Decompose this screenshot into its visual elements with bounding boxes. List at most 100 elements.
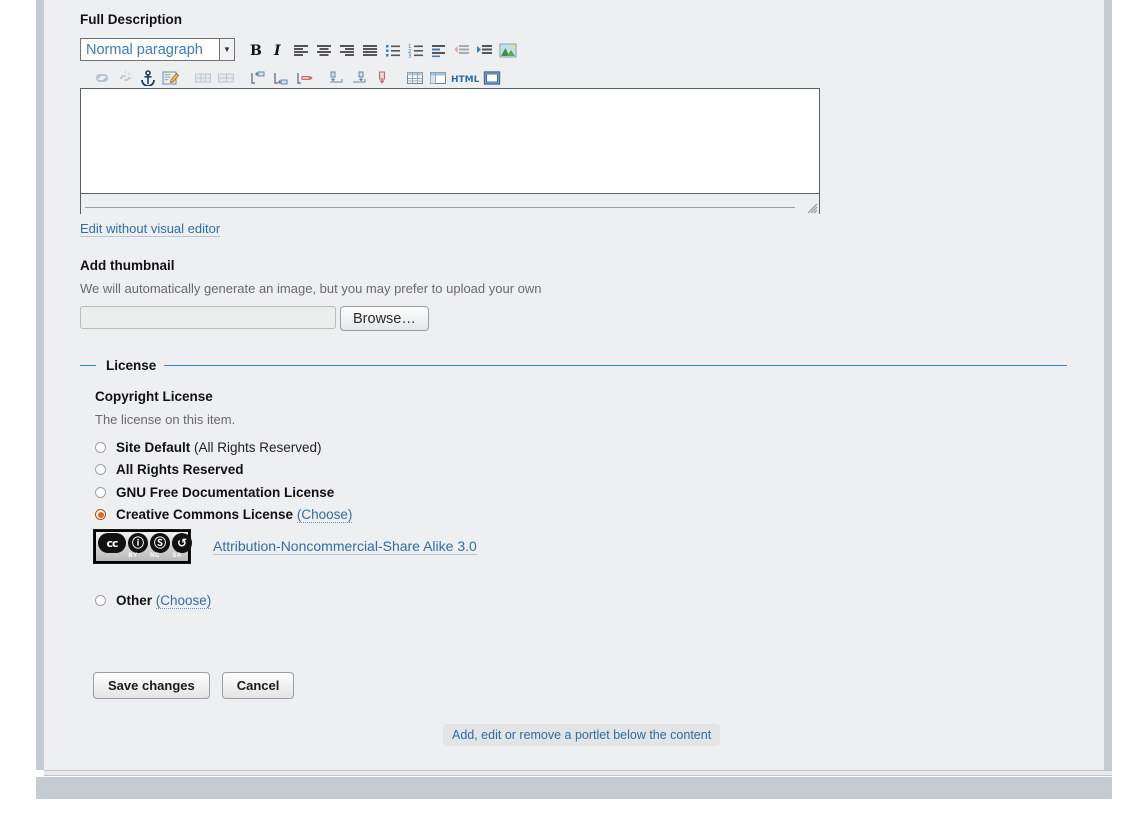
html-source-icon[interactable]: HTML [450,67,480,89]
align-center-icon[interactable] [313,39,335,61]
editor-toolbar-row-2: HTML [80,66,820,90]
svg-text:B: B [250,43,262,58]
creative-commons-badge-icon: cc ⓘ Ⓢ ↺ BY NC SA [93,529,194,564]
page-left-gutter [0,0,36,800]
creative-commons-choose-link[interactable]: (Choose) [296,507,353,524]
editor-status-bar [81,193,819,214]
indent-icon[interactable] [474,39,496,61]
fieldset-rule-left [80,364,96,366]
license-radio-group: Site Default (All Rights Reserved) All R… [95,436,353,527]
align-left-icon[interactable] [290,39,312,61]
cc-tag-sa: SA [172,553,182,559]
anchor-icon[interactable] [137,67,159,89]
insert-table-icon[interactable] [404,67,426,89]
editor-toolbar: Normal paragraph ▼ B I 1 2 3 HTML [80,36,820,90]
license-legend: License [106,357,157,373]
copyright-license-hint: The license on this item. [95,412,236,427]
license-option-bold: Site Default [116,439,191,455]
license-option-site-default[interactable]: Site Default (All Rights Reserved) [95,436,352,459]
column-delete-icon[interactable] [371,67,393,89]
cancel-button[interactable]: Cancel [221,672,295,699]
column-insert-right-icon[interactable] [348,67,370,89]
license-legend-row: License [80,356,1067,374]
footer-bar [36,777,1112,799]
license-option-bold: GNU Free Documentation License [116,484,335,500]
cc-badge-glyphs: cc ⓘ Ⓢ ↺ [98,533,194,553]
license-option-label: Other (Choose) [116,592,212,609]
table-cell-insert-icon[interactable] [215,67,237,89]
table-row-insert-icon[interactable] [192,67,214,89]
unlink-icon[interactable] [114,67,136,89]
other-choose-link[interactable]: (Choose) [155,592,212,609]
page-root: Full Description Normal paragraph ▼ B I [0,0,1139,823]
page-left-border [36,0,44,770]
radio-creative-commons[interactable] [95,509,106,521]
license-fieldset: License [80,356,1067,374]
rich-text-editor[interactable] [80,88,820,214]
column-insert-left-icon[interactable] [325,67,347,89]
thumbnail-file-input[interactable] [80,306,336,329]
insert-image-icon[interactable] [497,39,519,61]
editor-toolbar-row-1: Normal paragraph ▼ B I 1 2 3 [80,36,820,63]
radio-other[interactable] [95,594,106,606]
cc-by-icon: ⓘ [128,533,148,553]
license-option-bold: All Rights Reserved [116,462,244,478]
copyright-license-label: Copyright License [95,389,213,404]
thumbnail-browse-button[interactable]: Browse… [340,306,429,331]
license-option-bold: Creative Commons License [116,507,294,523]
portlet-manager-link[interactable]: Add, edit or remove a portlet below the … [443,724,721,746]
cc-tag-nc: NC [150,553,160,559]
align-right-icon[interactable] [336,39,358,61]
license-option-label: Site Default (All Rights Reserved) [116,440,322,455]
license-option-all-rights-reserved[interactable]: All Rights Reserved [95,459,352,482]
paragraph-format-select[interactable]: Normal paragraph ▼ [80,38,235,61]
insert-link-icon[interactable] [91,67,113,89]
bullet-list-icon[interactable] [382,39,404,61]
license-option-label: Creative Commons License (Choose) [116,507,353,524]
edit-note-icon[interactable] [160,67,182,89]
radio-all-rights-reserved[interactable] [95,464,106,476]
table-properties-icon[interactable] [427,67,449,89]
rich-text-editor-body[interactable] [81,89,819,193]
page-right-border [1104,0,1112,770]
fullscreen-icon[interactable] [481,67,503,89]
italic-icon[interactable]: I [267,39,289,61]
paragraph-format-value: Normal paragraph [86,41,203,58]
svg-text:3: 3 [408,53,412,58]
numbered-list-icon[interactable]: 1 2 3 [405,39,427,61]
chevron-down-icon[interactable]: ▼ [219,39,234,60]
cc-mark-icon: cc [98,533,126,553]
cc-sa-icon: ↺ [172,533,192,553]
license-option-plain: (All Rights Reserved) [190,439,322,455]
radio-site-default[interactable] [95,441,106,453]
creative-commons-badge-row: cc ⓘ Ⓢ ↺ BY NC SA Attribution-Noncommerc… [93,529,477,564]
creative-commons-license-link[interactable]: Attribution-Noncommercial-Share Alike 3.… [213,538,477,555]
bold-icon[interactable]: B [244,39,266,61]
outdent-icon[interactable] [451,39,473,61]
radio-gnu-fdl[interactable] [95,486,106,498]
footer-separator [44,770,1112,776]
editor-resize-grip[interactable] [803,199,818,214]
save-changes-button[interactable]: Save changes [93,672,210,699]
svg-text:HTML: HTML [451,75,480,85]
license-option-creative-commons[interactable]: Creative Commons License (Choose) [95,504,353,527]
full-description-label: Full Description [80,12,183,27]
form-button-bar: Save changes Cancel [93,672,306,699]
edit-without-visual-editor-link[interactable]: Edit without visual editor [80,221,221,237]
row-insert-above-icon[interactable] [247,67,269,89]
cc-nc-icon: Ⓢ [150,533,170,553]
row-insert-below-icon[interactable] [270,67,292,89]
editor-element-path [85,207,795,208]
justify-icon[interactable] [359,39,381,61]
svg-text:I: I [273,43,281,58]
add-thumbnail-label: Add thumbnail [80,258,175,273]
cc-tag-by: BY [128,553,138,559]
license-option-gnu-fdl[interactable]: GNU Free Documentation License [95,481,352,504]
add-thumbnail-hint: We will automatically generate an image,… [80,281,542,296]
row-delete-icon[interactable] [293,67,315,89]
license-option-label: All Rights Reserved [116,462,244,477]
license-option-label: GNU Free Documentation License [116,485,334,500]
license-option-other[interactable]: Other (Choose) [95,589,212,612]
page-right-gutter [1112,0,1139,800]
definition-list-icon[interactable] [428,39,450,61]
